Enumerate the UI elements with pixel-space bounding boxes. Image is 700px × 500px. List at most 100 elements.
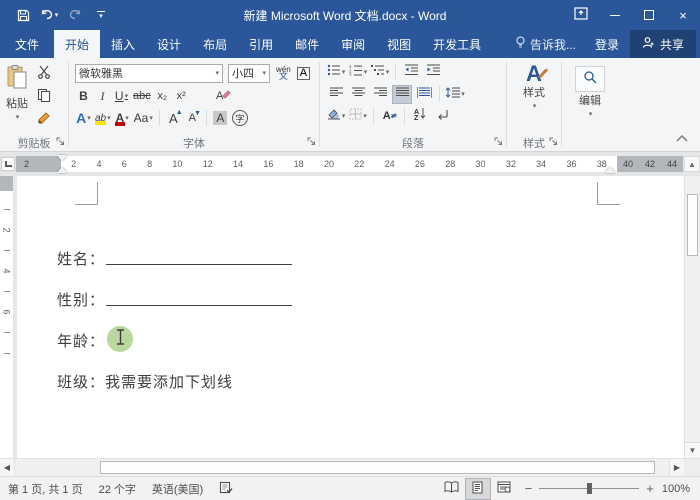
character-border-button[interactable]: A — [297, 67, 310, 80]
scroll-right-button[interactable]: ▶ — [669, 459, 684, 476]
bold-button[interactable]: B — [75, 87, 92, 106]
font-name-combo[interactable]: 微软雅黑▾ — [75, 64, 223, 83]
tab-references[interactable]: 引用 — [238, 30, 284, 58]
increase-indent-button[interactable] — [423, 63, 443, 82]
tab-view[interactable]: 视图 — [376, 30, 422, 58]
format-painter-icon — [37, 111, 51, 130]
borders-button[interactable]: ▾ — [348, 107, 368, 126]
scroll-down-button[interactable]: ▼ — [685, 442, 700, 458]
superscript-button[interactable]: x² — [173, 87, 190, 106]
hanging-indent-marker[interactable] — [57, 167, 67, 173]
zoom-level[interactable]: 100% — [662, 483, 700, 495]
align-right-button[interactable] — [370, 85, 390, 104]
font-color-button[interactable]: A▾ — [114, 109, 131, 128]
share-button[interactable]: 共享 — [630, 30, 696, 58]
text-highlight-button[interactable]: ab▾ — [94, 109, 112, 128]
italic-button[interactable]: I — [94, 87, 111, 106]
paragraph-dialog-launcher[interactable] — [494, 137, 503, 149]
maximize-button[interactable] — [632, 0, 666, 30]
multilevel-list-icon — [371, 63, 385, 81]
vertical-scrollbar-thumb[interactable] — [687, 194, 698, 256]
phonetic-guide-button[interactable]: wén文 — [276, 66, 291, 80]
ribbon-display-options-button[interactable] — [564, 0, 598, 30]
font-size-combo[interactable]: 小四▾ — [228, 64, 270, 83]
web-layout-button[interactable] — [491, 478, 517, 500]
horizontal-scrollbar[interactable]: ◀ ▶ — [0, 458, 700, 476]
show-hide-marks-button[interactable] — [432, 107, 452, 126]
change-case-button[interactable]: Aa▾ — [133, 109, 154, 128]
horizontal-scrollbar-track[interactable] — [15, 459, 669, 476]
text-effects-button[interactable]: A▾ — [75, 109, 92, 128]
right-indent-marker[interactable] — [605, 167, 615, 173]
justify-button[interactable] — [392, 85, 412, 104]
styles-dialog-launcher[interactable] — [549, 137, 558, 149]
page-number-status[interactable]: 第 1 页, 共 1 页 — [0, 477, 91, 500]
tab-stop-selector[interactable] — [1, 157, 15, 171]
vertical-scrollbar[interactable]: ▼ — [684, 176, 700, 458]
tab-home[interactable]: 开始 — [54, 30, 100, 58]
font-dialog-launcher[interactable] — [307, 137, 316, 149]
paste-button[interactable]: 粘贴▾ — [0, 61, 34, 134]
proofing-status[interactable] — [211, 477, 241, 500]
shrink-font-button[interactable]: A▼ — [184, 109, 201, 128]
zoom-slider[interactable] — [539, 488, 639, 489]
undo-button[interactable]: ▾ — [38, 4, 60, 26]
tab-design[interactable]: 设计 — [146, 30, 192, 58]
tab-mailings[interactable]: 邮件 — [284, 30, 330, 58]
subscript-button[interactable]: x₂ — [154, 87, 171, 106]
editing-button[interactable]: 编辑▾ — [562, 63, 618, 121]
collapse-ribbon-button[interactable] — [676, 129, 688, 147]
horizontal-scrollbar-thumb[interactable] — [100, 461, 655, 474]
tab-file[interactable]: 文件 — [0, 30, 54, 58]
paste-dropdown-icon[interactable]: ▾ — [16, 114, 20, 121]
scroll-up-button[interactable]: ▲ — [684, 156, 700, 172]
distribute-button[interactable] — [414, 85, 434, 104]
tell-me-box[interactable]: 告诉我... — [507, 30, 584, 58]
clear-formatting-button[interactable]: A — [214, 87, 232, 106]
word-count-status[interactable]: 22 个字 — [91, 477, 144, 500]
enclose-characters-button[interactable]: 字 — [231, 109, 249, 128]
close-button[interactable]: × — [666, 0, 700, 30]
zoom-in-button[interactable]: + — [646, 481, 654, 496]
styles-button[interactable]: A 样式▾ — [507, 61, 561, 113]
minimize-button[interactable] — [598, 0, 632, 30]
line-spacing-button[interactable]: ▾ — [445, 85, 465, 104]
document-page[interactable]: 姓名： 性别： 年龄： 班级：我需要添加下划线 — [17, 176, 684, 458]
read-mode-button[interactable] — [439, 478, 465, 500]
underline-button[interactable]: U▾ — [113, 87, 130, 106]
save-button[interactable] — [12, 4, 34, 26]
strikethrough-button[interactable]: abc — [132, 87, 152, 106]
language-status[interactable]: 英语(美国) — [144, 477, 211, 500]
align-center-button[interactable] — [348, 85, 368, 104]
asian-layout-button[interactable]: A⇄▾ — [379, 107, 399, 126]
cut-button[interactable] — [34, 65, 54, 84]
decrease-indent-button[interactable] — [401, 63, 421, 82]
bullets-button[interactable]: ▾ — [326, 63, 346, 82]
copy-button[interactable] — [34, 88, 54, 107]
tab-review[interactable]: 审阅 — [330, 30, 376, 58]
zoom-out-button[interactable]: − — [525, 481, 533, 496]
scroll-left-icon: ◀ — [4, 463, 10, 472]
scroll-left-button[interactable]: ◀ — [0, 459, 15, 476]
sign-in-button[interactable]: 登录 — [584, 30, 630, 58]
tab-developer[interactable]: 开发工具 — [422, 30, 492, 58]
redo-button[interactable] — [64, 4, 86, 26]
print-layout-button[interactable] — [465, 478, 491, 500]
clipboard-dialog-launcher[interactable] — [56, 137, 65, 149]
format-painter-button[interactable] — [34, 111, 54, 130]
shading-button[interactable]: ▾ — [326, 107, 346, 126]
multilevel-list-button[interactable]: ▾ — [370, 63, 390, 82]
zoom-slider-thumb[interactable] — [587, 483, 592, 494]
customize-quick-access-button[interactable]: ▾ — [90, 4, 112, 26]
tab-layout[interactable]: 布局 — [192, 30, 238, 58]
tab-insert[interactable]: 插入 — [100, 30, 146, 58]
document-content[interactable]: 姓名： 性别： 年龄： 班级：我需要添加下划线 — [17, 176, 684, 412]
sort-button[interactable]: AZ — [410, 107, 430, 126]
editing-dropdown-icon: ▾ — [589, 111, 593, 118]
first-line-indent-marker[interactable] — [57, 155, 67, 161]
align-left-button[interactable] — [326, 85, 346, 104]
undo-dropdown-icon[interactable]: ▾ — [55, 11, 59, 19]
numbering-button[interactable]: 123▾ — [348, 63, 368, 82]
grow-font-button[interactable]: A▲ — [165, 109, 182, 128]
character-shading-button[interactable]: A — [212, 109, 229, 128]
